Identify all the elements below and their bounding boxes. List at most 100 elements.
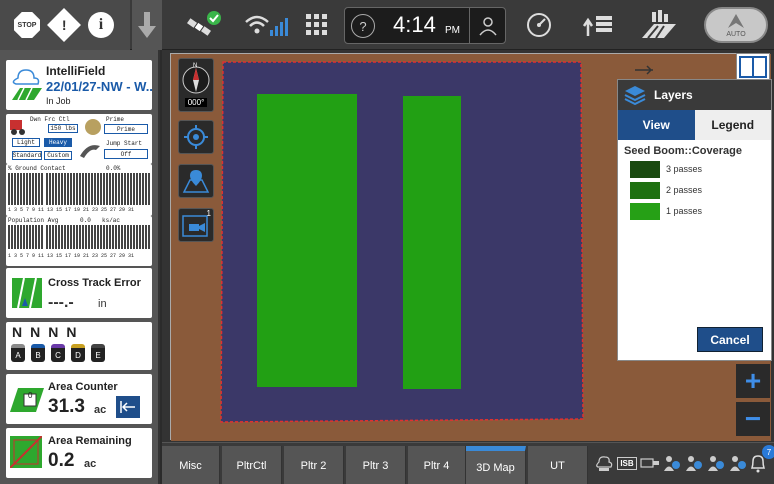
population-widget[interactable]: Population Avg 0.0 ks/ac 1 3 5 7 9 11 13… xyxy=(6,216,152,266)
section-a-button[interactable]: A xyxy=(11,344,25,362)
population-bars xyxy=(8,225,43,249)
compass-button[interactable]: N 000° xyxy=(178,58,214,112)
auto-steer-button[interactable]: AUTO xyxy=(704,7,768,43)
planter-control-widget[interactable]: Dwn Frc Ctl 150 lbs Prime Prime Light He… xyxy=(6,114,152,164)
prime-button[interactable]: Prime xyxy=(104,124,148,134)
tab-misc[interactable]: Misc xyxy=(162,446,220,484)
cross-track-error-widget[interactable]: Cross Track Error ---.- in xyxy=(6,268,152,318)
map-layers-button[interactable] xyxy=(178,164,214,198)
user-button[interactable] xyxy=(469,8,505,43)
camera-badge: 1 xyxy=(206,209,211,218)
section-b-button[interactable]: B xyxy=(31,344,45,362)
custom-button[interactable]: Custom xyxy=(44,151,72,160)
user-icon xyxy=(478,16,497,35)
gps-status-button[interactable] xyxy=(180,10,224,42)
tab-pltr2[interactable]: Pltr 2 xyxy=(284,446,344,484)
speedometer-icon xyxy=(527,13,551,37)
collapse-button[interactable] xyxy=(132,0,162,50)
center-vehicle-button[interactable] xyxy=(178,120,214,154)
prime-icon xyxy=(85,119,101,135)
section-buttons: A B C D E xyxy=(11,344,105,362)
auto-steer-icon xyxy=(728,13,744,28)
jump-start-button[interactable]: Off xyxy=(104,149,148,159)
module-status-icon[interactable] xyxy=(706,453,726,473)
tab-pltr3[interactable]: Pltr 3 xyxy=(346,446,406,484)
split-view-button[interactable] xyxy=(736,53,770,81)
tab-pltrctl[interactable]: PltrCtl xyxy=(222,446,282,484)
legend-item: 1 passes xyxy=(630,202,771,220)
implement-button[interactable] xyxy=(582,12,614,38)
field-button[interactable] xyxy=(642,10,676,40)
notification-count-badge: 7 xyxy=(762,445,774,459)
info-button[interactable]: i xyxy=(88,12,114,38)
zoom-out-button[interactable]: − xyxy=(736,402,770,436)
clock-ampm: PM xyxy=(445,25,460,36)
ground-contact-widget[interactable]: % Ground Contact 0.0% 1 3 5 7 9 11 13 15… xyxy=(6,164,152,216)
help-icon[interactable]: ? xyxy=(351,14,375,38)
area-remaining-unit: ac xyxy=(84,458,97,470)
clock-time: 4:14 xyxy=(393,12,436,37)
target-icon xyxy=(184,125,208,149)
alert-group: STOP ! i xyxy=(0,0,130,50)
area-counter-unit: ac xyxy=(94,404,107,416)
tab-legend[interactable]: Legend xyxy=(694,110,771,140)
layers-icon xyxy=(624,86,646,105)
light-button[interactable]: Light xyxy=(12,138,40,147)
zoom-in-button[interactable]: + xyxy=(736,364,770,398)
stop-button[interactable]: STOP xyxy=(14,12,40,38)
area-counter-title: Area Counter xyxy=(48,381,118,393)
standard-button[interactable]: Standard xyxy=(12,151,42,160)
cross-track-value: ---.- xyxy=(48,294,74,311)
notifications-button[interactable]: 7 xyxy=(748,445,774,473)
heading-readout: 000° xyxy=(184,97,208,107)
stop-icon: STOP xyxy=(14,12,40,38)
layers-panel: Layers View Legend Seed Boom::Coverage 3… xyxy=(617,79,772,361)
down-force-value[interactable]: 150 lbs xyxy=(48,124,78,133)
cross-track-unit: in xyxy=(98,298,107,310)
legend-swatch xyxy=(630,181,660,199)
info-icon: i xyxy=(88,12,114,38)
coverage-strip-1 xyxy=(257,94,357,387)
isobus-icon[interactable]: ISB xyxy=(616,453,638,473)
field-icon xyxy=(642,10,676,39)
apps-button[interactable] xyxy=(306,14,328,36)
section-e-button[interactable]: E xyxy=(91,344,105,362)
split-view-icon xyxy=(739,56,767,78)
cloud-sync-icon[interactable] xyxy=(594,453,614,473)
section-control-widget[interactable]: NNNN A B C D E xyxy=(6,322,152,370)
section-d-button[interactable]: D xyxy=(71,344,85,362)
jump-start-icon xyxy=(80,145,100,158)
area-counter-value: 31.3 xyxy=(48,396,85,417)
tab-view[interactable]: View xyxy=(618,110,695,140)
area-counter-widget[interactable]: 0 Area Counter 31.3 ac xyxy=(6,374,152,424)
layers-subtitle: Seed Boom::Coverage xyxy=(624,145,742,157)
module-status-icon[interactable] xyxy=(684,453,704,473)
layers-tabs: View Legend xyxy=(618,110,771,140)
cancel-button[interactable]: Cancel xyxy=(697,327,763,352)
tab-ut[interactable]: UT xyxy=(528,446,588,484)
section-c-button[interactable]: C xyxy=(51,344,65,362)
layers-header: Layers xyxy=(618,80,771,110)
layers-title: Layers xyxy=(654,88,693,102)
connectivity-button[interactable] xyxy=(244,14,290,38)
cross-track-title: Cross Track Error xyxy=(48,277,141,289)
warning-icon: ! xyxy=(47,8,81,42)
area-counter-reset-button[interactable] xyxy=(116,396,140,418)
area-remaining-widget[interactable]: Area Remaining 0.2 ac xyxy=(6,428,152,478)
module-status-icon[interactable] xyxy=(728,453,748,473)
down-arrow-icon xyxy=(138,12,156,38)
module-status-icon[interactable] xyxy=(662,453,682,473)
warning-button[interactable]: ! xyxy=(47,8,81,42)
legend-swatch xyxy=(630,160,660,178)
camera-button[interactable]: 1 xyxy=(178,208,214,242)
usb-icon[interactable] xyxy=(640,453,660,473)
tab-3d-map[interactable]: 3D Map xyxy=(466,446,526,484)
tab-pltr4[interactable]: Pltr 4 xyxy=(408,446,466,484)
area-counter-icon xyxy=(10,388,44,412)
raise-implement-icon xyxy=(582,16,612,36)
heavy-button[interactable]: Heavy xyxy=(44,138,72,147)
ground-contact-bars xyxy=(8,173,43,205)
area-remaining-value: 0.2 xyxy=(48,450,75,471)
performance-button[interactable] xyxy=(526,12,552,38)
job-card[interactable]: IntelliField 22/01/27-NW - W... In Job xyxy=(6,60,152,110)
